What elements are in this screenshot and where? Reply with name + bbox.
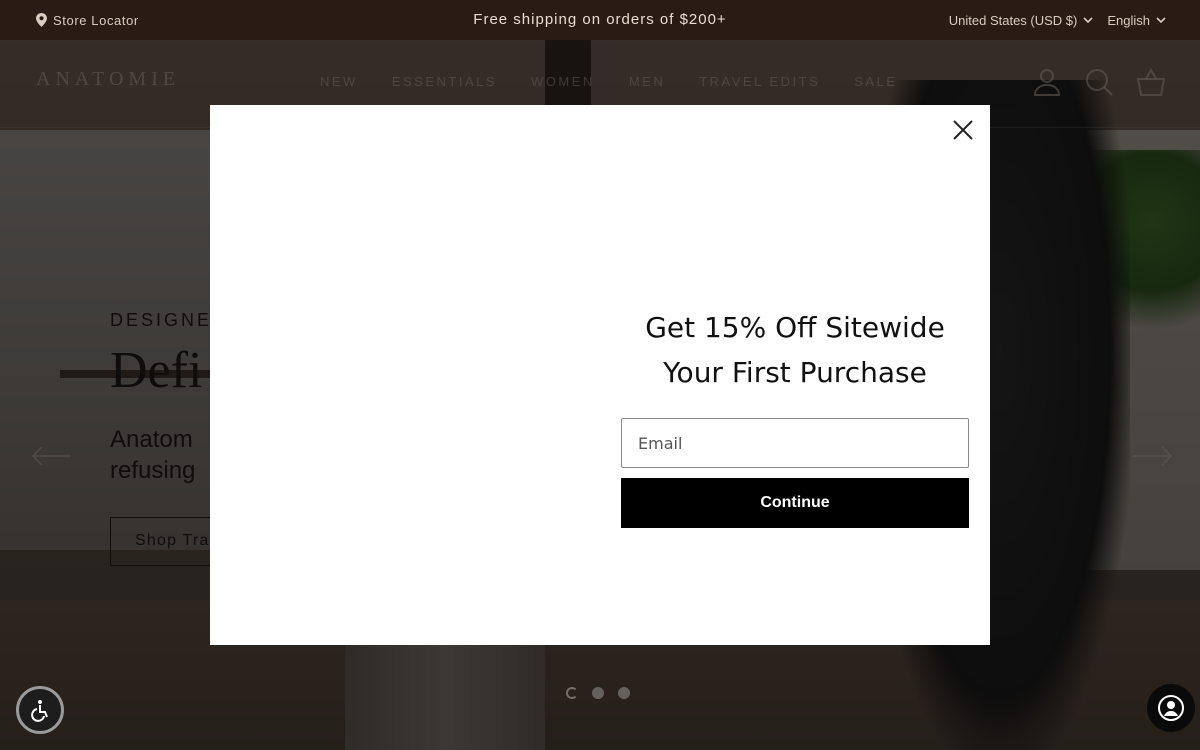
currency-selector[interactable]: United States (USD $) [949, 13, 1094, 28]
account-widget-button[interactable] [1147, 684, 1195, 732]
popup-subtitle: Your First Purchase [663, 356, 927, 389]
continue-button[interactable]: Continue [621, 478, 969, 528]
chevron-down-icon [1083, 16, 1093, 23]
store-locator-label: Store Locator [53, 12, 139, 28]
popup-heading: Get 15% Off Sitewide Your First Purchase [621, 305, 969, 395]
popup-title: Get 15% Off Sitewide [645, 311, 945, 344]
location-pin-icon [36, 13, 47, 27]
language-selector[interactable]: English [1107, 13, 1166, 28]
language-label: English [1107, 12, 1150, 28]
discount-popup: Get 15% Off Sitewide Your First Purchase… [210, 105, 990, 645]
currency-label: United States (USD $) [948, 12, 1078, 28]
announcement-bar: Store Locator Free shipping on orders of… [0, 0, 1200, 40]
close-icon[interactable] [950, 117, 976, 143]
email-field[interactable] [621, 418, 969, 468]
accessibility-icon [31, 700, 48, 722]
store-locator-link[interactable]: Store Locator [36, 0, 139, 40]
chevron-down-icon [1156, 16, 1166, 23]
accessibility-button[interactable] [16, 686, 64, 734]
user-circle-icon [1158, 695, 1184, 721]
